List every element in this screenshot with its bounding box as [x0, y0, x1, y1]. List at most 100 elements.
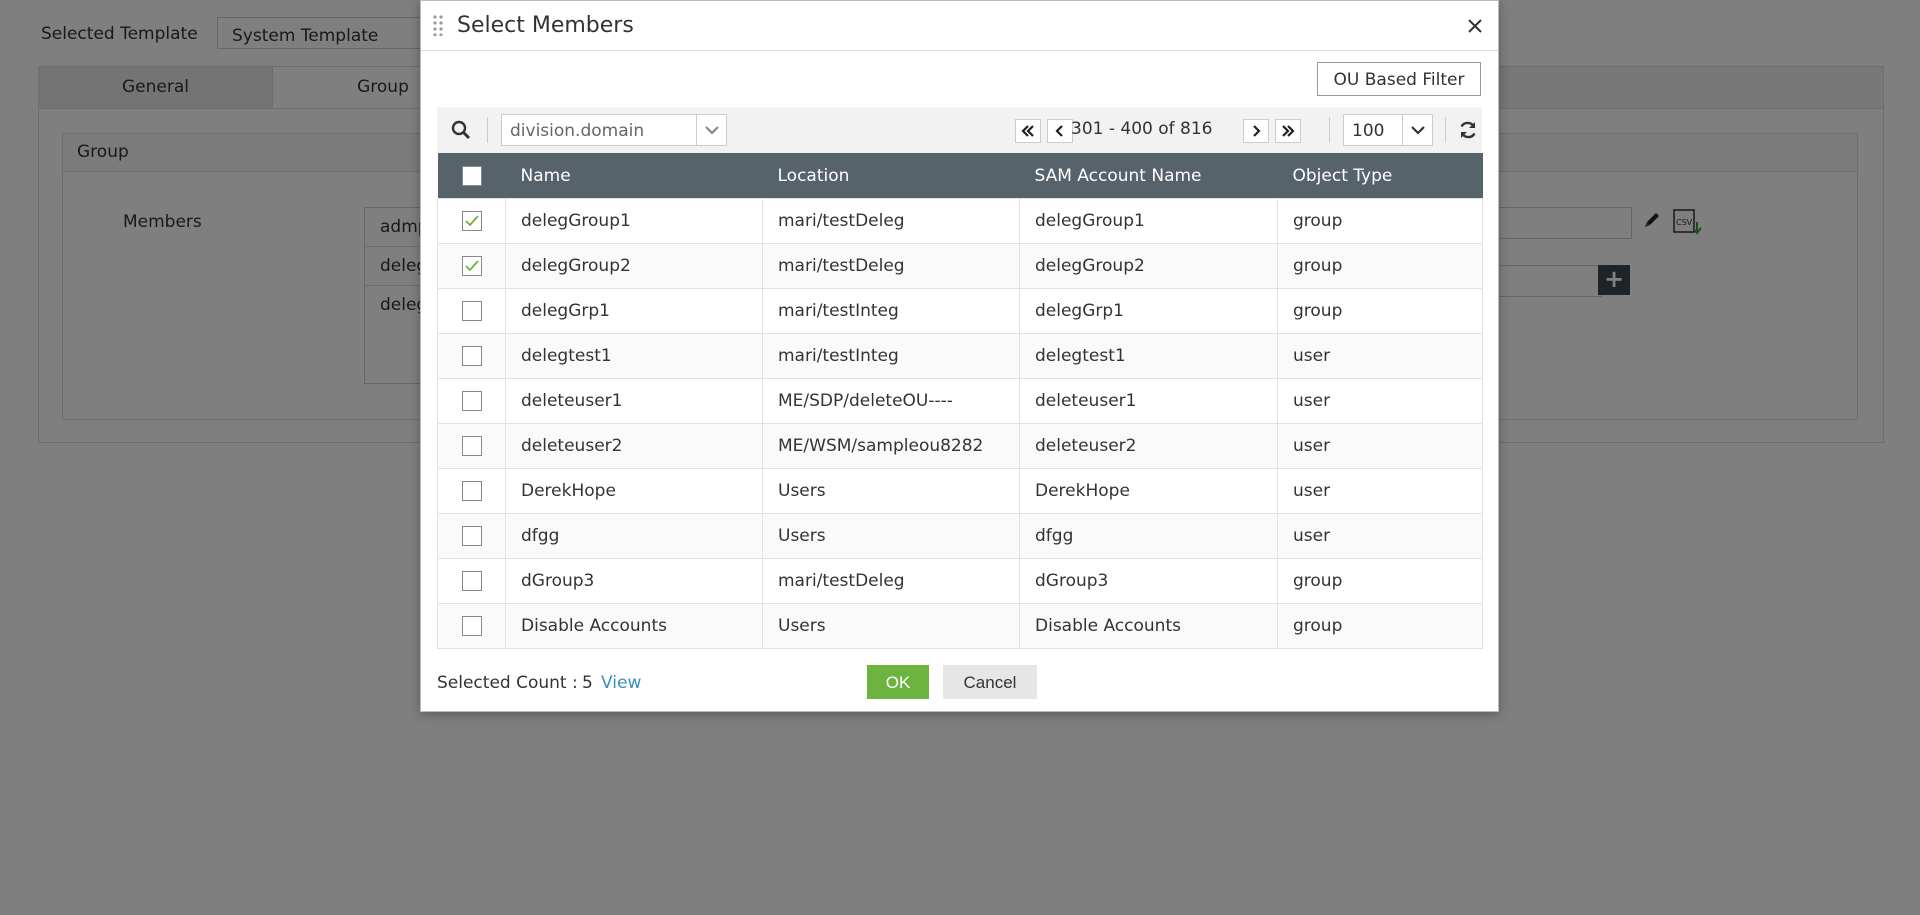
cell-sam-account-name: delegGroup2	[1019, 243, 1278, 289]
cell-name: dfgg	[505, 513, 763, 559]
close-icon[interactable]	[1464, 15, 1486, 37]
chevron-down-icon[interactable]	[1402, 115, 1432, 145]
row-checkbox[interactable]	[461, 526, 482, 546]
table-row[interactable]: delegtest1 mari/testInteg delegtest1 user	[437, 333, 1483, 379]
page-size-value: 100	[1352, 121, 1385, 141]
table-row[interactable]: delegGroup1 mari/testDeleg delegGroup1 grou…	[437, 198, 1483, 244]
cell-name: delegGroup2	[505, 243, 763, 289]
table-row[interactable]: dfgg Users dfgg user	[437, 513, 1483, 559]
table-row[interactable]: DerekHope Users DerekHope user	[437, 468, 1483, 514]
cell-location: mari/testInteg	[762, 288, 1020, 334]
search-icon[interactable]	[450, 119, 472, 141]
table-row[interactable]: deleteuser1 ME/SDP/deleteOU---- deleteuser…	[437, 378, 1483, 424]
cell-location: mari/testDeleg	[762, 558, 1020, 604]
row-checkbox[interactable]	[461, 346, 482, 366]
table-row[interactable]: dGroup3 mari/testDeleg dGroup3 group	[437, 558, 1483, 604]
page-size-select[interactable]: 100	[1343, 114, 1433, 146]
first-page-icon[interactable]	[1015, 119, 1041, 143]
select-all-checkbox[interactable]	[461, 165, 482, 186]
cell-object-type: group	[1277, 288, 1483, 334]
cell-object-type: group	[1277, 198, 1483, 244]
row-checkbox[interactable]	[461, 256, 482, 276]
dialog-footer: Selected Count : 5 View OK Cancel	[437, 665, 1482, 699]
cell-object-type: user	[1277, 423, 1483, 469]
row-checkbox[interactable]	[461, 616, 482, 636]
cell-sam-account-name: DerekHope	[1019, 468, 1278, 514]
members-grid: Name Location SAM Account Name Object Ty…	[437, 153, 1483, 649]
table-row[interactable]: Disable Accounts Users Disable Accounts gro…	[437, 603, 1483, 649]
row-checkbox[interactable]	[461, 211, 482, 231]
cell-location: Users	[762, 468, 1020, 514]
refresh-icon[interactable]	[1457, 119, 1479, 141]
grid-header-row: Name Location SAM Account Name Object Ty…	[437, 153, 1483, 199]
table-row[interactable]: delegGroup2 mari/testDeleg delegGroup2 grou…	[437, 243, 1483, 289]
cell-name: delegGroup1	[505, 198, 763, 244]
prev-page-icon[interactable]	[1047, 119, 1073, 143]
cell-location: ME/SDP/deleteOU----	[762, 378, 1020, 424]
cell-sam-account-name: dGroup3	[1019, 558, 1278, 604]
drag-handle-icon[interactable]	[432, 14, 444, 36]
row-checkbox-cell	[437, 198, 506, 244]
cell-sam-account-name: Disable Accounts	[1019, 603, 1278, 649]
table-row[interactable]: delegGrp1 mari/testInteg delegGrp1 group	[437, 288, 1483, 334]
row-checkbox[interactable]	[461, 481, 482, 501]
next-page-icon[interactable]	[1243, 119, 1269, 143]
row-checkbox-cell	[437, 513, 506, 559]
view-selected-link[interactable]: View	[601, 673, 641, 693]
cell-name: delegGrp1	[505, 288, 763, 334]
cell-name: Disable Accounts	[505, 603, 763, 649]
cell-location: mari/testInteg	[762, 333, 1020, 379]
row-checkbox-cell	[437, 423, 506, 469]
checkmark-icon	[464, 215, 479, 227]
row-checkbox[interactable]	[461, 436, 482, 456]
pagination-range: 301 - 400 of 816	[1071, 119, 1213, 139]
row-checkbox[interactable]	[461, 571, 482, 591]
cell-sam-account-name: delegtest1	[1019, 333, 1278, 379]
ou-based-filter-button[interactable]: OU Based Filter	[1317, 62, 1481, 96]
cell-name: DerekHope	[505, 468, 763, 514]
column-header-location[interactable]: Location	[762, 153, 1020, 199]
toolbar-separator	[487, 117, 488, 143]
checkmark-icon	[464, 260, 479, 272]
cell-location: mari/testDeleg	[762, 198, 1020, 244]
cell-object-type: user	[1277, 333, 1483, 379]
cell-name: deleteuser2	[505, 423, 763, 469]
cell-object-type: group	[1277, 603, 1483, 649]
table-row[interactable]: deleteuser2 ME/WSM/sampleou8282 deleteuser…	[437, 423, 1483, 469]
grid-toolbar: division.domain 301 - 400 of 816 100	[437, 107, 1482, 153]
cell-name: dGroup3	[505, 558, 763, 604]
cell-sam-account-name: delegGroup1	[1019, 198, 1278, 244]
grid-body: delegGroup1 mari/testDeleg delegGroup1 grou…	[437, 198, 1483, 649]
cell-sam-account-name: deleteuser2	[1019, 423, 1278, 469]
domain-select-value: division.domain	[510, 121, 645, 141]
row-checkbox-cell	[437, 603, 506, 649]
row-checkbox-cell	[437, 468, 506, 514]
dialog-title: Select Members	[457, 13, 634, 38]
cell-sam-account-name: dfgg	[1019, 513, 1278, 559]
column-header-object-type[interactable]: Object Type	[1277, 153, 1483, 199]
cell-object-type: group	[1277, 243, 1483, 289]
select-all-cell	[437, 153, 506, 199]
cell-location: Users	[762, 603, 1020, 649]
dialog-header: Select Members	[421, 1, 1498, 51]
row-checkbox[interactable]	[461, 301, 482, 321]
selected-count-label: Selected Count :	[437, 673, 578, 693]
cancel-button[interactable]: Cancel	[943, 665, 1037, 699]
cell-location: Users	[762, 513, 1020, 559]
cell-object-type: user	[1277, 513, 1483, 559]
row-checkbox-cell	[437, 288, 506, 334]
cell-location: ME/WSM/sampleou8282	[762, 423, 1020, 469]
row-checkbox-cell	[437, 558, 506, 604]
row-checkbox[interactable]	[461, 391, 482, 411]
column-header-sam-account-name[interactable]: SAM Account Name	[1019, 153, 1278, 199]
domain-select[interactable]: division.domain	[501, 114, 727, 146]
cell-object-type: group	[1277, 558, 1483, 604]
selected-count-value: 5	[582, 673, 593, 693]
select-members-dialog: Select Members OU Based Filter division.…	[420, 0, 1499, 712]
cell-sam-account-name: deleteuser1	[1019, 378, 1278, 424]
ok-button[interactable]: OK	[867, 665, 929, 699]
last-page-icon[interactable]	[1275, 119, 1301, 143]
column-header-name[interactable]: Name	[505, 153, 763, 199]
chevron-down-icon[interactable]	[696, 115, 726, 145]
toolbar-separator	[1445, 117, 1446, 143]
